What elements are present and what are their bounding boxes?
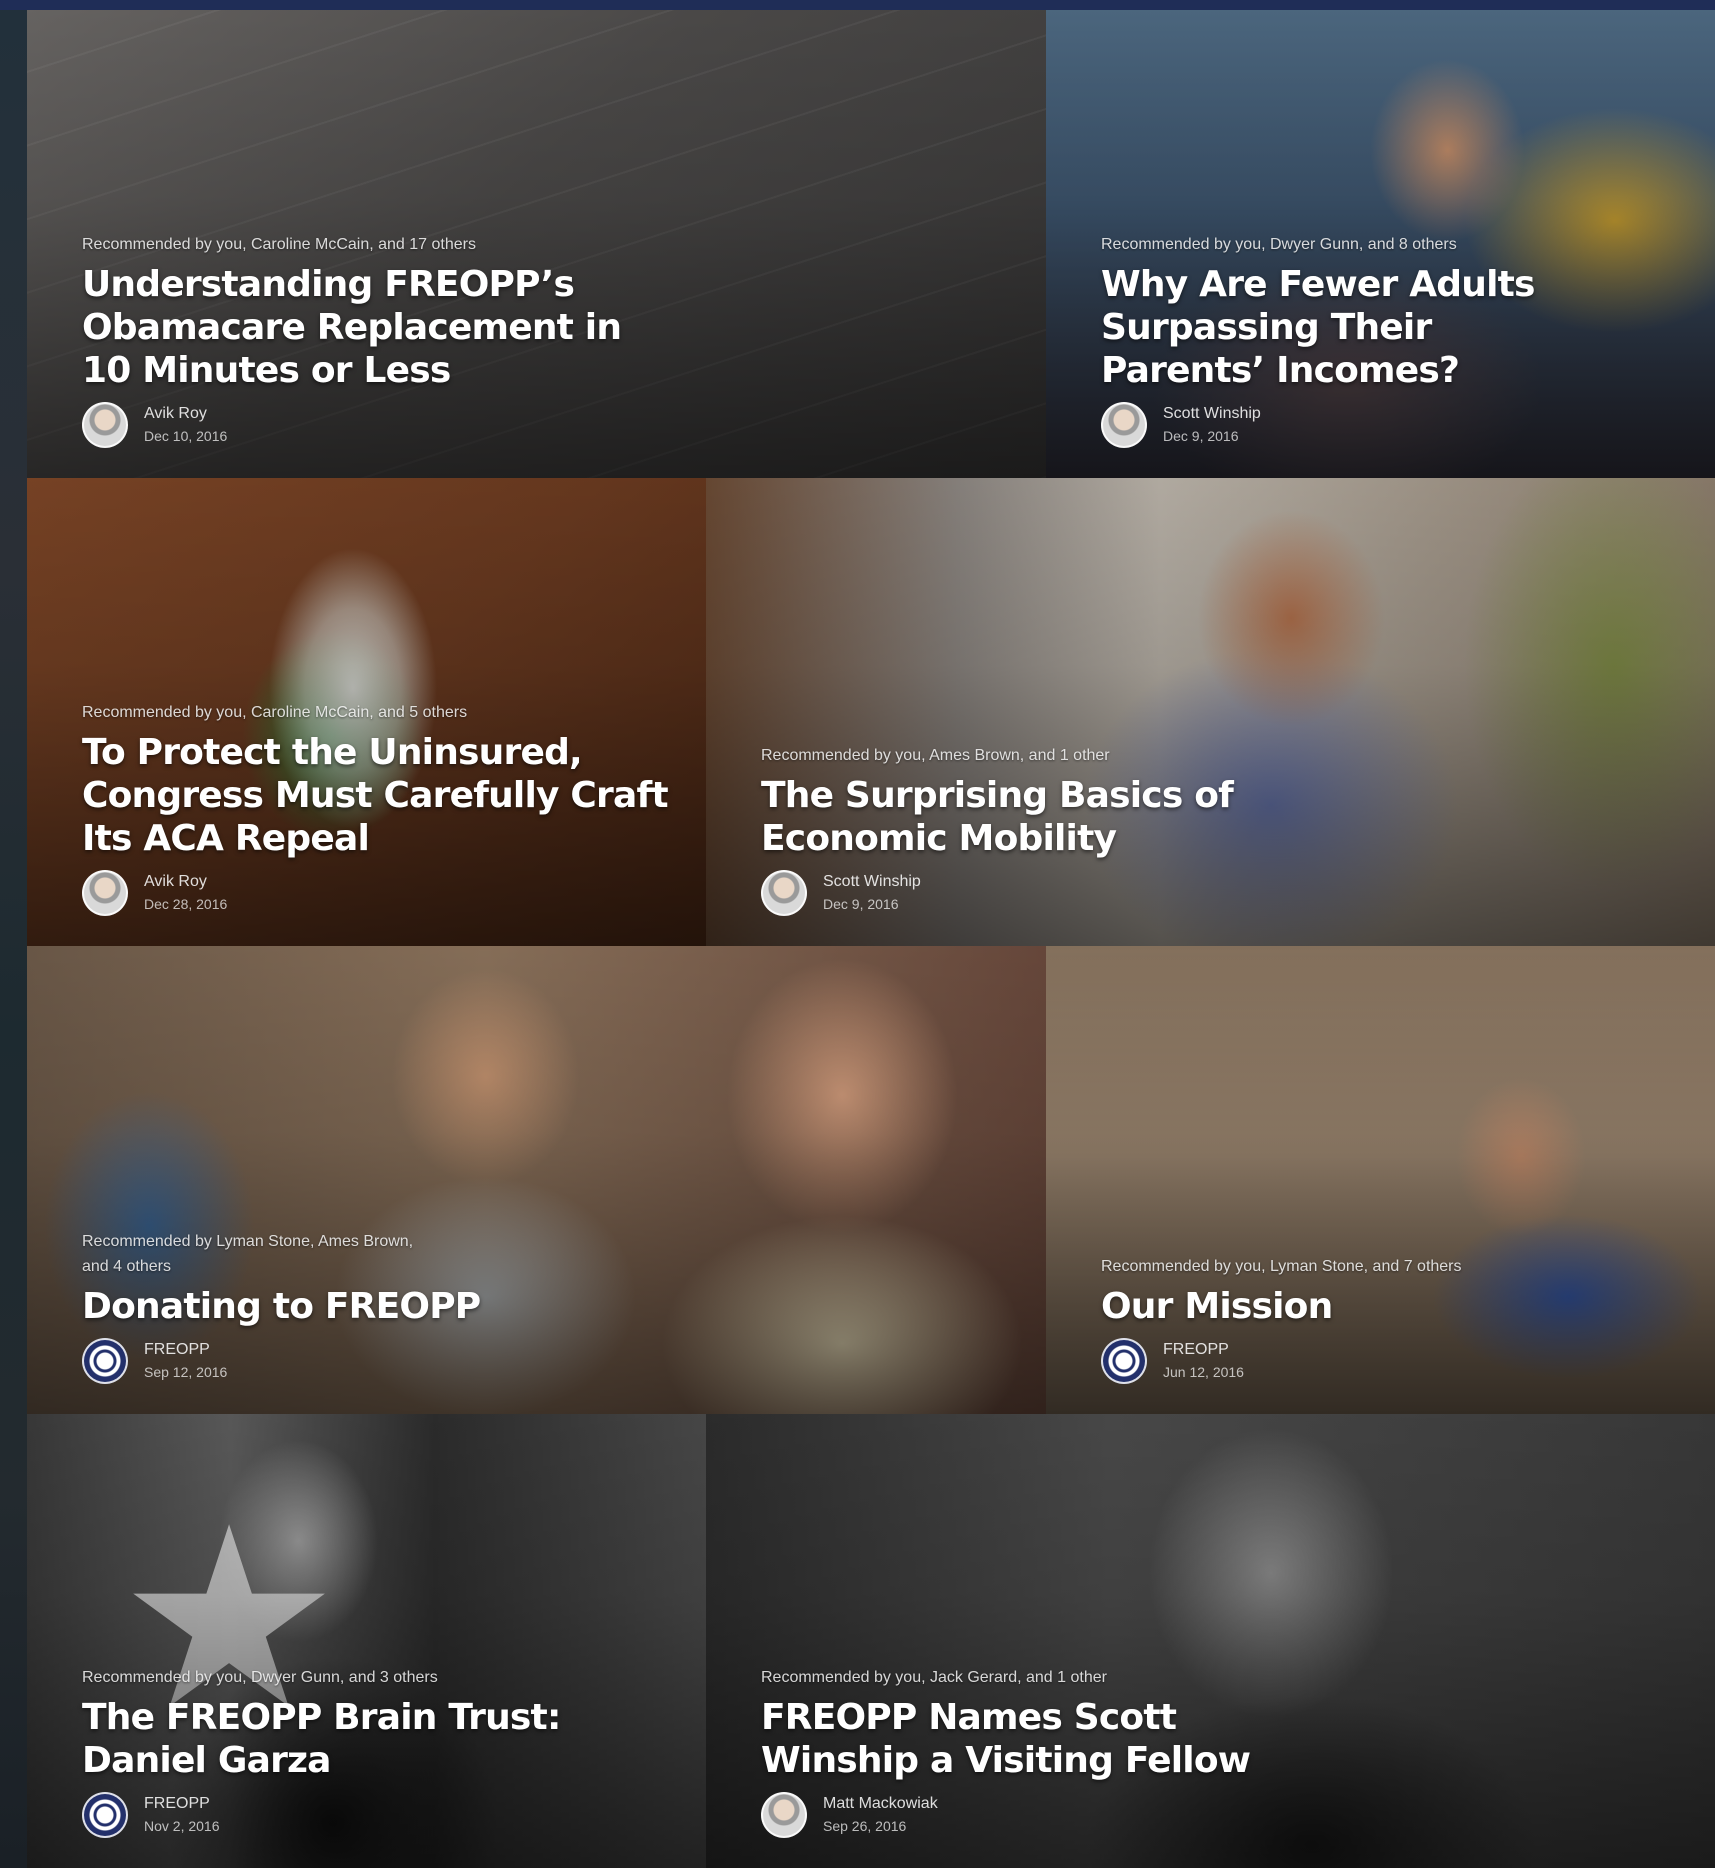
- top-navigation-bar: [0, 0, 1715, 10]
- publish-date: Dec 9, 2016: [1163, 428, 1239, 444]
- article-card-our-mission[interactable]: Recommended by you, Lyman Stone, and 7 o…: [1046, 946, 1715, 1414]
- recommended-by: Recommended by you, Ames Brown, and 1 ot…: [761, 747, 1110, 764]
- freopp-logo-icon[interactable]: [82, 1338, 128, 1384]
- article-card-visiting-fellow[interactable]: Recommended by you, Jack Gerard, and 1 o…: [706, 1414, 1715, 1868]
- article-title[interactable]: Our Mission: [1101, 1285, 1685, 1328]
- recommended-by: Recommended by you, Caroline McCain, and…: [82, 704, 468, 721]
- article-title[interactable]: Donating to FREOPP: [82, 1285, 1016, 1328]
- publish-date: Nov 2, 2016: [144, 1818, 220, 1834]
- author-meta: FREOPP Nov 2, 2016: [82, 1792, 676, 1838]
- author-name[interactable]: Scott Winship: [1163, 403, 1261, 425]
- recommended-by: Recommended by Lyman Stone, Ames Brown, …: [82, 1233, 414, 1275]
- recommended-by: Recommended by you, Dwyer Gunn, and 8 ot…: [1101, 236, 1457, 253]
- author-name[interactable]: Avik Roy: [144, 871, 227, 893]
- article-title[interactable]: Why Are Fewer Adults Surpassing Their Pa…: [1101, 263, 1685, 392]
- publish-date: Dec 28, 2016: [144, 896, 228, 912]
- author-name[interactable]: Avik Roy: [144, 403, 227, 425]
- author-avatar[interactable]: [761, 870, 807, 916]
- author-meta: Avik Roy Dec 28, 2016: [82, 870, 676, 916]
- author-name[interactable]: FREOPP: [1163, 1339, 1244, 1361]
- article-card-understanding-freopp[interactable]: Recommended by you, Caroline McCain, and…: [27, 10, 1046, 478]
- publish-date: Dec 10, 2016: [144, 428, 228, 444]
- author-avatar[interactable]: [761, 1792, 807, 1838]
- publish-date: Dec 9, 2016: [823, 896, 899, 912]
- publish-date: Jun 12, 2016: [1163, 1364, 1244, 1380]
- recommended-by: Recommended by you, Lyman Stone, and 7 o…: [1101, 1258, 1462, 1275]
- article-title[interactable]: The FREOPP Brain Trust: Daniel Garza: [82, 1696, 676, 1782]
- recommended-by: Recommended by you, Caroline McCain, and…: [82, 236, 476, 253]
- article-card-brain-trust[interactable]: ★ Recommended by you, Dwyer Gunn, and 3 …: [27, 1414, 706, 1868]
- author-meta: Avik Roy Dec 10, 2016: [82, 402, 1016, 448]
- author-meta: Scott Winship Dec 9, 2016: [1101, 402, 1685, 448]
- article-card-protect-uninsured[interactable]: Recommended by you, Caroline McCain, and…: [27, 478, 706, 946]
- author-name[interactable]: Matt Mackowiak: [823, 1793, 938, 1815]
- author-name[interactable]: FREOPP: [144, 1793, 220, 1815]
- author-meta: FREOPP Sep 12, 2016: [82, 1338, 1016, 1384]
- author-avatar[interactable]: [82, 402, 128, 448]
- recommended-by: Recommended by you, Jack Gerard, and 1 o…: [761, 1669, 1107, 1686]
- article-title[interactable]: The Surprising Basics of Economic Mobili…: [761, 774, 1685, 860]
- author-meta: FREOPP Jun 12, 2016: [1101, 1338, 1685, 1384]
- publish-date: Sep 26, 2016: [823, 1818, 907, 1834]
- article-card-fewer-adults[interactable]: Recommended by you, Dwyer Gunn, and 8 ot…: [1046, 10, 1715, 478]
- author-meta: Matt Mackowiak Sep 26, 2016: [761, 1792, 1685, 1838]
- recommended-by: Recommended by you, Dwyer Gunn, and 3 ot…: [82, 1669, 438, 1686]
- author-avatar[interactable]: [1101, 402, 1147, 448]
- freopp-logo-icon[interactable]: [82, 1792, 128, 1838]
- author-name[interactable]: Scott Winship: [823, 871, 921, 893]
- author-meta: Scott Winship Dec 9, 2016: [761, 870, 1685, 916]
- freopp-logo-icon[interactable]: [1101, 1338, 1147, 1384]
- article-title[interactable]: Understanding FREOPP’s Obamacare Replace…: [82, 263, 1016, 392]
- author-avatar[interactable]: [82, 870, 128, 916]
- article-card-economic-mobility[interactable]: Recommended by you, Ames Brown, and 1 ot…: [706, 478, 1715, 946]
- article-card-donating[interactable]: Recommended by Lyman Stone, Ames Brown, …: [27, 946, 1046, 1414]
- article-title[interactable]: FREOPP Names Scott Winship a Visiting Fe…: [761, 1696, 1685, 1782]
- article-title[interactable]: To Protect the Uninsured, Congress Must …: [82, 731, 676, 860]
- publish-date: Sep 12, 2016: [144, 1364, 228, 1380]
- left-edge-background: [0, 10, 27, 1868]
- author-name[interactable]: FREOPP: [144, 1339, 227, 1361]
